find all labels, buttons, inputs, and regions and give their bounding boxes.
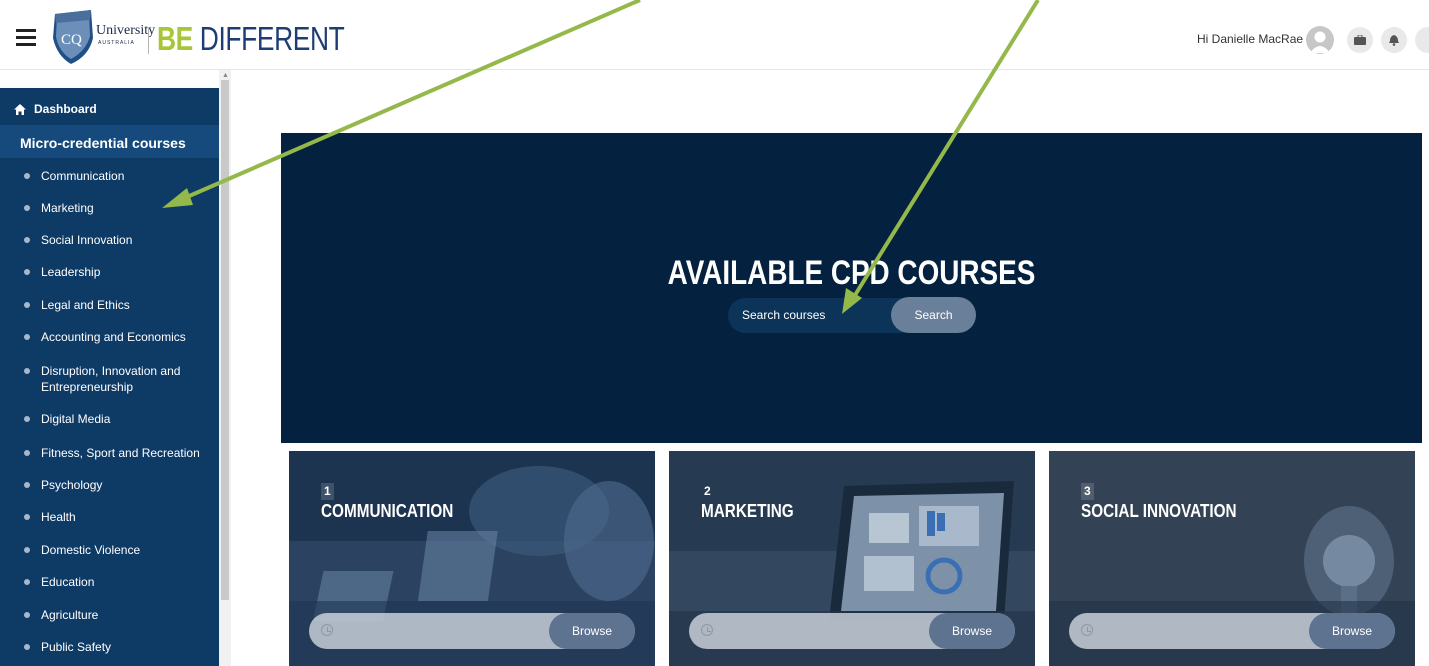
bullet-icon — [24, 416, 30, 422]
more-icon[interactable] — [1415, 27, 1429, 53]
browse-button[interactable]: Browse — [1309, 613, 1395, 649]
sidebar-item-label: Education — [41, 575, 95, 589]
university-shield-logo[interactable]: CQ — [49, 8, 97, 66]
user-greeting[interactable]: Hi Danielle MacRae — [1197, 32, 1303, 46]
sidebar-item-label: Domestic Violence — [41, 543, 141, 557]
sidebar-item-label: Public Safety — [41, 640, 112, 654]
bullet-icon — [24, 514, 30, 520]
card-action-bar: Browse — [309, 613, 635, 649]
bell-icon[interactable] — [1381, 27, 1407, 53]
bullet-icon — [24, 334, 30, 340]
bullet-icon — [24, 237, 30, 243]
avatar-icon — [1310, 31, 1330, 53]
bullet-icon — [24, 482, 30, 488]
bullet-icon — [24, 450, 30, 456]
card-title: COMMUNICATION — [321, 501, 454, 521]
card-title: MARKETING — [701, 501, 794, 521]
course-card-communication[interactable]: 1 COMMUNICATION Browse — [289, 451, 655, 666]
logo-university-text: University — [96, 23, 156, 38]
card-action-bar: Browse — [689, 613, 1015, 649]
sidebar-section-title: Micro-credential courses — [20, 135, 186, 151]
hero-title: AVAILABLE CPD COURSES — [667, 254, 1036, 292]
sidebar-scrollbar-thumb[interactable] — [221, 80, 229, 600]
bullet-icon — [24, 547, 30, 553]
bullet-icon — [24, 644, 30, 650]
card-number: 1 — [321, 483, 334, 500]
card-number: 2 — [704, 484, 711, 498]
clock-icon — [321, 624, 333, 636]
browse-button[interactable]: Browse — [549, 613, 635, 649]
card-number: 3 — [1081, 483, 1094, 500]
briefcase-icon[interactable] — [1347, 27, 1373, 53]
scroll-up-arrow-icon[interactable]: ▲ — [222, 72, 229, 79]
browse-button[interactable]: Browse — [929, 613, 1015, 649]
bullet-icon — [24, 173, 30, 179]
sidebar-item-label: Leadership — [41, 265, 101, 279]
sidebar-dashboard-label: Dashboard — [34, 102, 97, 116]
bullet-icon — [24, 302, 30, 308]
sidebar-item-label: Psychology — [41, 478, 103, 492]
search-button[interactable]: Search — [891, 297, 976, 333]
sidebar-item-label: Communication — [41, 169, 125, 183]
bullet-icon — [24, 612, 30, 618]
search-courses-input[interactable] — [728, 298, 903, 333]
sidebar-item-label: Social Innovation — [41, 233, 133, 247]
sidebar-item-label: Fitness, Sport and Recreation — [41, 446, 200, 460]
sidebar-item-label: Digital Media — [41, 412, 111, 426]
hamburger-menu-icon[interactable] — [16, 29, 36, 46]
logo-australia-text: AUSTRALIA — [98, 40, 135, 46]
sidebar-item-label: Health — [41, 510, 76, 524]
bullet-icon — [24, 269, 30, 275]
clock-icon — [701, 624, 713, 636]
sidebar-item-dashboard[interactable]: Dashboard — [14, 102, 97, 116]
sidebar-item-label: Marketing — [41, 201, 94, 215]
card-title: SOCIAL INNOVATION — [1081, 501, 1237, 521]
sidebar-item-label: Legal and Ethics — [41, 298, 130, 312]
card-action-bar: Browse — [1069, 613, 1395, 649]
course-card-marketing[interactable]: 2 MARKETING Browse — [669, 451, 1035, 666]
sidebar-item-label-line2: Entrepreneurship — [41, 380, 134, 394]
tagline-be: BE — [157, 20, 193, 57]
sidebar-item-label: Accounting and Economics — [41, 330, 186, 344]
sidebar-item-label: Agriculture — [41, 608, 99, 622]
logo-divider — [148, 28, 149, 54]
clock-icon — [1081, 624, 1093, 636]
top-header: CQ University AUSTRALIA BE DIFFERENT Hi … — [0, 0, 1429, 70]
user-avatar[interactable] — [1306, 26, 1334, 54]
hero-banner: AVAILABLE CPD COURSES — [281, 133, 1422, 443]
svg-text:CQ: CQ — [61, 32, 82, 48]
bullet-icon — [24, 368, 30, 374]
be-different-tagline: BE DIFFERENT — [157, 20, 345, 58]
home-icon — [14, 103, 26, 115]
bullet-icon — [24, 579, 30, 585]
course-card-social-innovation[interactable]: 3 SOCIAL INNOVATION Browse — [1049, 451, 1415, 666]
sidebar-item-label-line1: Disruption, Innovation and — [41, 364, 181, 378]
tagline-different: DIFFERENT — [192, 20, 345, 57]
bullet-icon — [24, 205, 30, 211]
